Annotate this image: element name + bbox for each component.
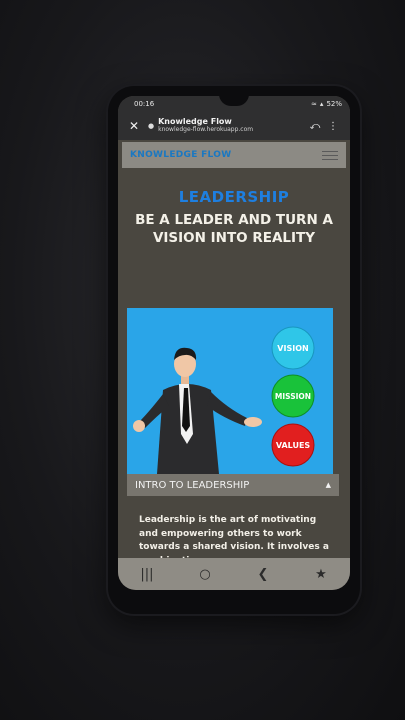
accessibility-icon[interactable]: ★ xyxy=(306,567,336,582)
phone-screen: 00:16 ≈ ▴ 52% ✕ ● Knowledge Flow knowled… xyxy=(118,96,350,590)
svg-text:VISION: VISION xyxy=(277,344,308,353)
accordion-label: INTRO TO LEADERSHIP xyxy=(135,479,250,491)
values-badge: VALUES xyxy=(271,423,315,467)
recent-apps-icon[interactable]: ||| xyxy=(132,567,162,582)
address-block[interactable]: Knowledge Flow knowledge-flow.herokuapp.… xyxy=(158,117,306,134)
share-icon[interactable]: ⤺ xyxy=(306,121,324,132)
businessman-illustration: VISION MISSION VALUES xyxy=(127,308,333,474)
signal-icon: ▴ xyxy=(319,100,324,108)
hero-title: BE A LEADER AND TURN A VISION INTO REALI… xyxy=(135,212,333,246)
intro-accordion-header[interactable]: INTRO TO LEADERSHIP ▲ xyxy=(127,474,339,496)
wifi-icon: ≈ xyxy=(311,100,317,108)
page-url: knowledge-flow.herokuapp.com xyxy=(158,126,254,134)
more-vert-icon[interactable]: ⋮ xyxy=(324,121,342,132)
status-time: 00:16 xyxy=(134,100,155,108)
close-icon[interactable]: ✕ xyxy=(126,119,142,133)
mission-badge: MISSION xyxy=(271,374,315,418)
vision-badge: VISION xyxy=(271,326,315,370)
back-icon[interactable]: ❮ xyxy=(248,567,278,582)
android-nav-bar: ||| ○ ❮ ★ xyxy=(118,558,350,590)
chevron-up-icon[interactable]: ▲ xyxy=(326,481,331,489)
lock-icon: ● xyxy=(148,122,155,130)
status-icons: ≈ ▴ 52% xyxy=(311,100,342,108)
hero-section: LEADERSHIP BE A LEADER AND TURN A VISION… xyxy=(118,188,350,247)
home-icon[interactable]: ○ xyxy=(190,567,220,582)
browser-toolbar: ✕ ● Knowledge Flow knowledge-flow.heroku… xyxy=(118,112,350,140)
hamburger-icon[interactable] xyxy=(322,150,338,160)
battery-level: 52% xyxy=(326,100,342,108)
leadership-illustration: VISION MISSION VALUES xyxy=(127,308,333,474)
site-brand[interactable]: KNOWLEDGE FLOW xyxy=(130,150,231,160)
hero-kicker: LEADERSHIP xyxy=(178,188,290,206)
svg-text:VALUES: VALUES xyxy=(276,441,311,450)
svg-text:MISSION: MISSION xyxy=(275,392,311,401)
site-navbar: KNOWLEDGE FLOW xyxy=(122,142,346,168)
